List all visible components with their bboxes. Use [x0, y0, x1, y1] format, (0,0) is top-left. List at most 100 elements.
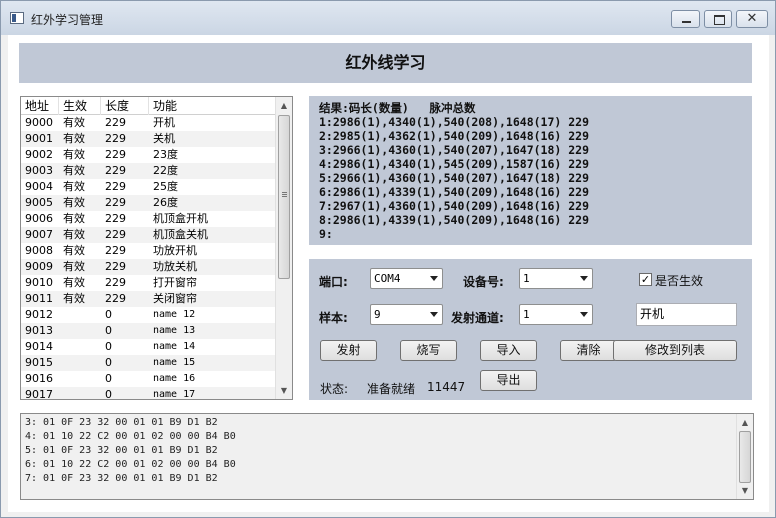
scroll-thumb[interactable] — [739, 431, 751, 483]
result-line: 1:2986(1),4340(1),540(208),1648(17) 229 — [319, 115, 590, 129]
column-header-valid[interactable]: 生效 — [59, 97, 101, 115]
cell-length: 229 — [105, 244, 126, 257]
cell-length: 0 — [105, 372, 112, 385]
device-select[interactable]: 1 — [519, 268, 593, 289]
chevron-down-icon — [580, 312, 588, 317]
table-row[interactable]: 9002 有效 229 23度 — [21, 147, 276, 163]
cell-length: 229 — [105, 164, 126, 177]
export-button[interactable]: 导出 — [480, 370, 537, 391]
scroll-up-icon[interactable]: ▲ — [737, 414, 753, 431]
channel-label: 发射通道: — [451, 311, 504, 325]
sample-select[interactable]: 9 — [370, 304, 443, 325]
cell-address: 9000 — [25, 116, 53, 129]
table-row[interactable]: 9011 有效 229 关闭窗帘 — [21, 291, 276, 307]
cell-function: 26度 — [153, 196, 178, 209]
cell-valid — [59, 339, 101, 355]
table-scrollbar[interactable]: ▲ ▼ — [275, 97, 292, 399]
table-row[interactable]: 9000 有效 229 开机 — [21, 115, 276, 131]
cell-function: 22度 — [153, 164, 178, 177]
log-scrollbar[interactable]: ▲ ▼ — [736, 414, 753, 499]
table-row[interactable]: 9007 有效 229 机顶盒关机 — [21, 227, 276, 243]
table-row[interactable]: 9015 0 name 15 — [21, 355, 276, 371]
cell-function: name 16 — [153, 373, 196, 384]
cell-function: 机顶盒关机 — [153, 228, 208, 241]
send-button[interactable]: 发射 — [320, 340, 377, 361]
result-line: 9: — [319, 227, 333, 241]
cell-valid: 有效 — [63, 212, 85, 225]
log-line: 6: 01 10 22 C2 00 01 02 00 00 B4 B0 — [25, 459, 236, 470]
close-icon: ✕ — [746, 11, 758, 26]
cell-length: 229 — [105, 212, 126, 225]
scroll-down-icon[interactable]: ▼ — [276, 382, 292, 399]
table-row[interactable]: 9005 有效 229 26度 — [21, 195, 276, 211]
cell-address: 9009 — [25, 260, 53, 273]
title-bar[interactable]: 红外学习管理 ✕ — [1, 1, 775, 35]
column-header-function[interactable]: 功能 — [149, 97, 276, 115]
close-button[interactable]: ✕ — [736, 10, 768, 28]
maximize-button[interactable] — [704, 10, 732, 28]
scroll-thumb[interactable] — [278, 115, 290, 279]
table-row[interactable]: 9001 有效 229 关机 — [21, 131, 276, 147]
table-row[interactable]: 9012 0 name 12 — [21, 307, 276, 323]
log-output[interactable]: 3: 01 0F 23 32 00 01 01 B9 D1 B2 4: 01 1… — [20, 413, 754, 500]
table-row[interactable]: 9003 有效 229 22度 — [21, 163, 276, 179]
result-line: 3:2966(1),4360(1),540(207),1647(18) 229 — [319, 143, 590, 157]
cell-address: 9014 — [25, 340, 53, 353]
device-label: 设备号: — [463, 275, 504, 289]
result-line: 5:2966(1),4360(1),540(207),1647(18) 229 — [319, 171, 590, 185]
minimize-button[interactable] — [671, 10, 700, 28]
cell-valid: 有效 — [63, 244, 85, 257]
cell-valid — [59, 387, 101, 399]
cell-valid: 有效 — [63, 132, 85, 145]
table-row[interactable]: 9006 有效 229 机顶盒开机 — [21, 211, 276, 227]
column-header-length[interactable]: 长度 — [101, 97, 149, 115]
result-line: 4:2986(1),4340(1),545(209),1587(16) 229 — [319, 157, 590, 171]
table-row[interactable]: 9014 0 name 14 — [21, 339, 276, 355]
cell-length: 229 — [105, 132, 126, 145]
table-row[interactable]: 9010 有效 229 打开窗帘 — [21, 275, 276, 291]
modify-to-list-button[interactable]: 修改到列表 — [613, 340, 737, 361]
cell-valid: 有效 — [63, 164, 85, 177]
cell-length: 0 — [105, 388, 112, 400]
device-value: 1 — [523, 272, 530, 285]
table-row[interactable]: 9004 有效 229 25度 — [21, 179, 276, 195]
log-lines: 3: 01 0F 23 32 00 01 01 B9 D1 B2 4: 01 1… — [25, 416, 236, 486]
cell-function: 25度 — [153, 180, 178, 193]
header-band: 红外线学习 — [19, 43, 752, 83]
burn-button[interactable]: 烧写 — [400, 340, 457, 361]
status-count: 11447 — [427, 380, 466, 394]
scroll-up-icon[interactable]: ▲ — [276, 97, 292, 114]
clear-button[interactable]: 清除 — [560, 340, 617, 361]
column-header-address[interactable]: 地址 — [21, 97, 59, 115]
table-row[interactable]: 9013 0 name 13 — [21, 323, 276, 339]
import-button[interactable]: 导入 — [480, 340, 537, 361]
cell-function: name 17 — [153, 389, 196, 400]
channel-value: 1 — [523, 308, 530, 321]
table-header: 地址 生效 长度 功能 — [21, 97, 276, 115]
cell-function: 机顶盒开机 — [153, 212, 208, 225]
cell-address: 9005 — [25, 196, 53, 209]
cell-function: 开机 — [153, 116, 175, 129]
cell-address: 9013 — [25, 324, 53, 337]
cell-length: 229 — [105, 196, 126, 209]
table-row[interactable]: 9008 有效 229 功放开机 — [21, 243, 276, 259]
status-text: 准备就绪 — [367, 382, 416, 396]
cell-address: 9002 — [25, 148, 53, 161]
table-row[interactable]: 9016 0 name 16 — [21, 371, 276, 387]
result-line: 8:2986(1),4339(1),540(209),1648(16) 229 — [319, 213, 590, 227]
address-table[interactable]: 地址 生效 长度 功能 9000 有效 229 开机 9001 有效 229 关机 9002 有效… — [20, 96, 293, 400]
table-row[interactable]: 9009 有效 229 功放关机 — [21, 259, 276, 275]
page-title: 红外线学习 — [345, 53, 426, 72]
cell-address: 9004 — [25, 180, 53, 193]
cell-length: 0 — [105, 308, 112, 321]
scroll-down-icon[interactable]: ▼ — [737, 482, 753, 499]
function-name-input[interactable]: 开机 — [636, 303, 737, 326]
port-select[interactable]: COM4 — [370, 268, 443, 289]
channel-select[interactable]: 1 — [519, 304, 593, 325]
cell-function: name 13 — [153, 325, 196, 336]
enabled-checkbox[interactable]: ✓ — [639, 273, 652, 286]
cell-length: 229 — [105, 260, 126, 273]
chevron-down-icon — [580, 276, 588, 281]
table-row[interactable]: 9017 0 name 17 — [21, 387, 276, 400]
cell-address: 9008 — [25, 244, 53, 257]
